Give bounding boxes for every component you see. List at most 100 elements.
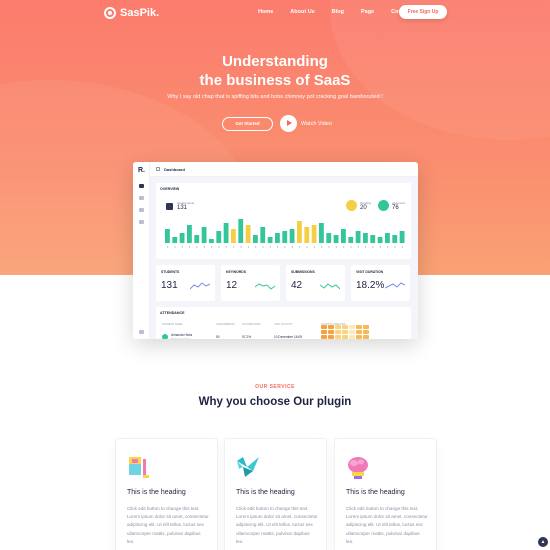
section-title: Why you choose Our plugin	[198, 396, 352, 408]
free-signup-button[interactable]: Free Sign Up	[399, 5, 447, 19]
overview-tick	[394, 246, 396, 248]
home-icon[interactable]	[139, 184, 144, 188]
attendance-card: ATTENDANCE STUDENT NAME ASSIGNMENTS ON-T…	[156, 307, 411, 339]
overview-bar	[253, 235, 258, 243]
heatmap-cell	[342, 325, 348, 329]
visit-duration-card: VISIT DURATION 18.2%	[351, 265, 410, 301]
service-text: Click edit button to change this text. L…	[127, 506, 209, 544]
nav-item-blog[interactable]: Blog	[332, 9, 344, 15]
heatmap-cell	[321, 330, 327, 334]
watch-video-link[interactable]: Watch Video	[280, 115, 332, 132]
section-kicker: OUR SERVICE	[255, 384, 295, 390]
service-heading: This is the heading	[127, 489, 186, 496]
get-started-button[interactable]: Get Started	[222, 117, 273, 131]
chart-icon[interactable]	[139, 196, 144, 200]
assignments-stat: Assignments 131	[166, 201, 194, 211]
overview-tick	[299, 246, 301, 248]
heatmap-cell	[342, 330, 348, 334]
overview-bar	[319, 223, 324, 243]
logout-icon[interactable]	[139, 330, 144, 334]
overview-tick	[240, 246, 242, 248]
overview-bar	[297, 221, 302, 243]
overview-tick	[284, 246, 286, 248]
col-assignments: ASSIGNMENTS	[216, 323, 235, 326]
service-text: Click edit button to change this text. L…	[346, 506, 428, 544]
scroll-top-button[interactable]: ▲	[538, 537, 548, 547]
pending-icon	[346, 200, 357, 211]
heatmap-cell	[363, 325, 369, 329]
service-heading: This is the heading	[346, 489, 405, 496]
submissions-value: 42	[291, 280, 303, 291]
nav-item-home[interactable]: Home	[258, 9, 273, 15]
service-text: Click edit button to change this text. L…	[236, 506, 318, 544]
overview-tick	[306, 246, 308, 248]
nav-item-page[interactable]: Page	[361, 9, 374, 15]
overview-tick	[247, 246, 249, 248]
keywords-label: KEYWORDS	[226, 270, 246, 274]
overview-bar	[275, 233, 280, 243]
overview-bar	[194, 235, 200, 243]
overview-tick	[343, 246, 345, 248]
heatmap-cell	[349, 325, 355, 329]
overview-bar	[260, 227, 266, 243]
heatmap-cell	[328, 325, 334, 329]
users-icon[interactable]	[139, 208, 144, 212]
dashboard-icon	[156, 167, 160, 171]
col-student-name: STUDENT NAME	[162, 323, 183, 326]
overview-bar	[289, 229, 295, 243]
overview-tick	[321, 246, 323, 248]
overview-tick	[203, 246, 205, 248]
keywords-card: KEYWORDS 12	[221, 265, 280, 301]
keywords-sparkline	[255, 283, 275, 290]
overview-bar	[370, 235, 376, 243]
overview-bar	[348, 237, 354, 243]
heatmap-cell	[335, 335, 341, 339]
overview-tick	[335, 246, 337, 248]
overview-bar	[172, 237, 178, 243]
student-last-activity: 10 December 16:09	[274, 335, 302, 339]
overview-tick	[181, 246, 183, 248]
overview-bar	[392, 235, 398, 243]
dashboard-logo: R.	[138, 167, 145, 174]
overview-tick	[218, 246, 220, 248]
overview-bar	[377, 237, 383, 243]
assignments-icon	[166, 202, 173, 210]
overview-bar	[399, 231, 405, 243]
overview-tick	[225, 246, 227, 248]
service-card-1: This is the heading Click edit button to…	[115, 438, 218, 550]
approved-stat: Approved 76	[378, 200, 405, 211]
heatmap-cell	[349, 330, 355, 334]
heatmap-cell	[335, 325, 341, 329]
logo-icon	[104, 7, 116, 19]
keywords-value: 12	[226, 280, 238, 291]
col-last-activity: LAST ACTIVITY	[274, 323, 293, 326]
overview-tick	[174, 246, 176, 248]
students-card: STUDENTS 131	[156, 265, 215, 301]
overview-bar	[187, 225, 192, 243]
submissions-label: SUBMISSIONS	[291, 270, 315, 274]
activity-heatmap	[321, 325, 369, 339]
overview-bar-chart	[165, 219, 405, 248]
overview-tick	[401, 246, 403, 248]
approved-label: Approved	[392, 200, 405, 205]
overview-tick	[291, 246, 293, 248]
dashboard-title: Dashboard	[164, 167, 185, 172]
students-value: 131	[161, 280, 178, 291]
brand-logo[interactable]: SasPik.	[104, 7, 159, 19]
hero-title: Understanding the business of SaaS	[0, 52, 550, 90]
heatmap-cell	[356, 335, 362, 339]
nav-item-about[interactable]: About Us	[290, 9, 314, 15]
approved-value: 76	[392, 204, 399, 211]
blocks-icon	[129, 457, 149, 478]
submissions-card: SUBMISSIONS 42	[286, 265, 345, 301]
overview-bar	[267, 237, 273, 243]
overview-bar	[304, 227, 310, 243]
pending-label: Pending	[360, 200, 372, 205]
overview-bar	[238, 219, 244, 243]
play-icon[interactable]	[280, 115, 297, 132]
overview-bar	[363, 233, 368, 243]
table-row[interactable]: Almanda Hicks Marketing Head 50 97.2% 10…	[156, 331, 411, 339]
overview-tick	[189, 246, 191, 248]
pending-stat: Pending 20	[346, 200, 371, 211]
settings-icon[interactable]	[139, 220, 144, 224]
